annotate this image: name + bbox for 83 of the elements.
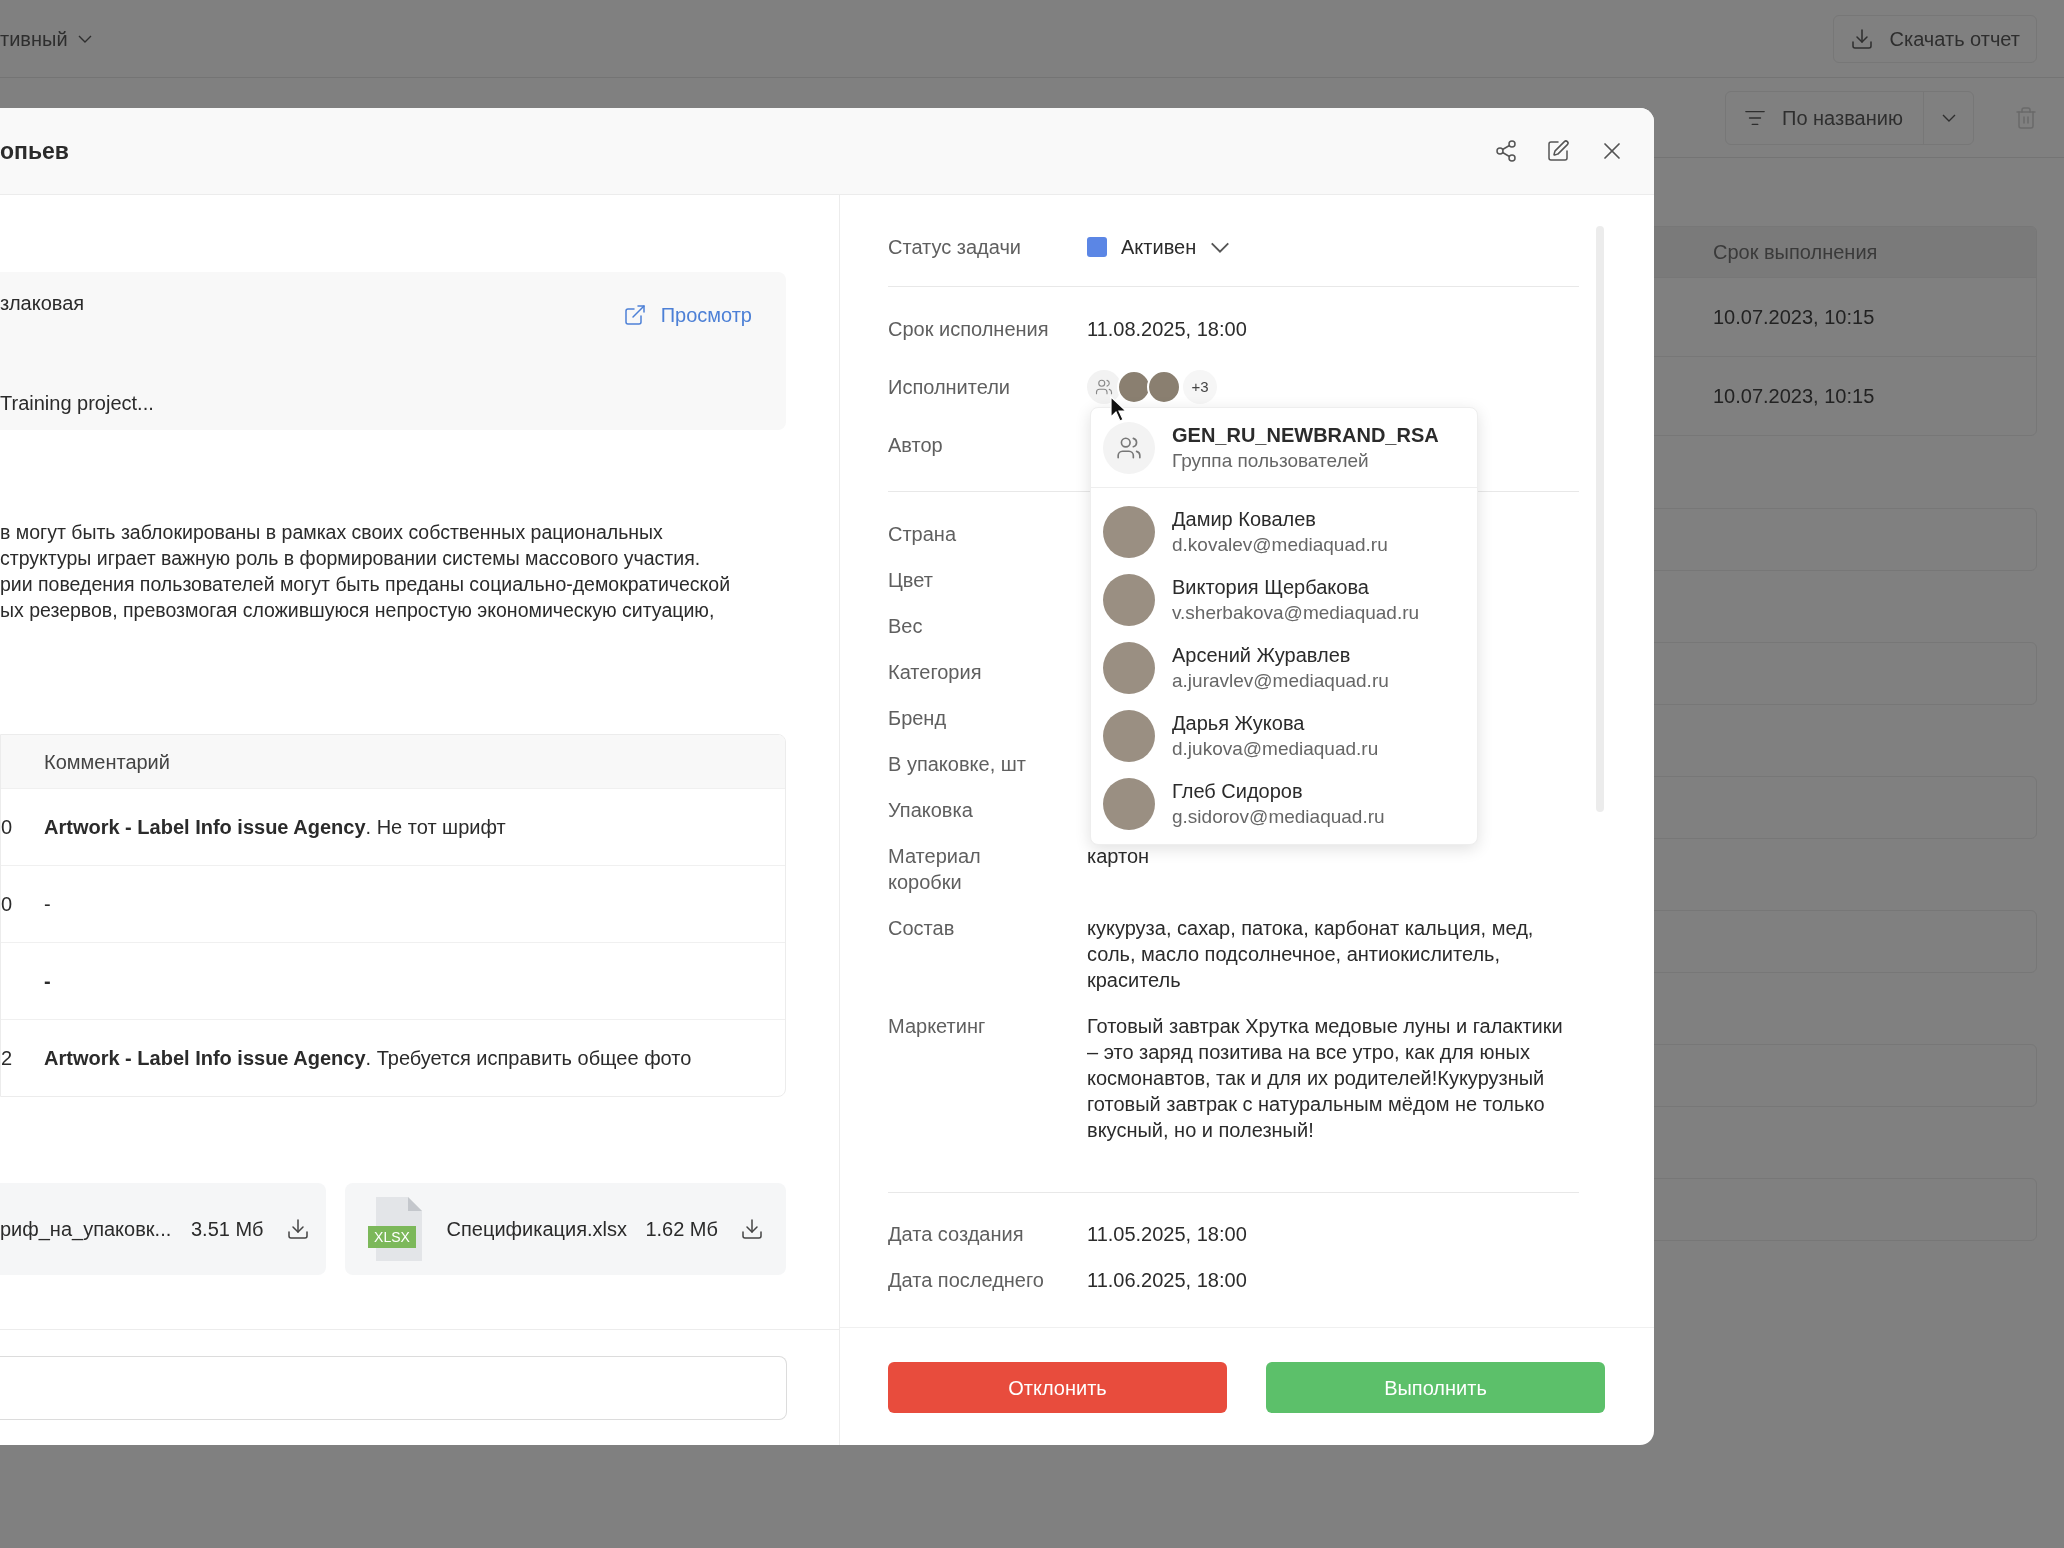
download-icon[interactable] [740, 1217, 764, 1241]
table-cell-text: Artwork - Label Info issue Agency. Не тот шрифт [44, 815, 506, 840]
table-cell: 0 [1, 893, 13, 915]
assignee-email: v.sherbakova@mediaquad.ru [1172, 601, 1420, 625]
table-cell: 0 [1, 816, 13, 838]
field-label: Срок исполнения [888, 317, 1050, 342]
file-size: 1.62 Мб [645, 1217, 718, 1242]
column-header: Срок выполнения [1713, 240, 1878, 265]
field-value: кукуруза, сахар, патока, карбонат кальция, мед, соль, масло подсолнечное, антиокислитель, краситель [1087, 916, 1535, 993]
avatar-placeholder [1103, 778, 1155, 830]
chevron-down-icon [77, 34, 92, 43]
download-icon [1849, 26, 1874, 51]
chevron-down-icon [1210, 241, 1231, 253]
field-label: Цвет [888, 568, 934, 593]
status-dropdown[interactable]: Активен [1087, 232, 1231, 262]
avatar-placeholder [1103, 574, 1155, 626]
reject-button[interactable]: Отклонить [888, 1362, 1227, 1413]
edit-icon[interactable] [1546, 139, 1570, 163]
external-link-icon [622, 303, 647, 327]
attachment-card[interactable]: XLSX Спецификация.xlsx 1.62 Мб [344, 1183, 786, 1275]
field-label: Вес [888, 614, 924, 639]
assignee-name: Арсений Журавлев [1172, 643, 1352, 668]
avatar-placeholder[interactable] [1117, 370, 1151, 404]
assignee-email: g.sidorov@mediaquad.ru [1172, 805, 1385, 829]
table-cell-text: - [44, 892, 51, 917]
table-cell: 2 [1, 1047, 13, 1069]
table-cell-text: 10.07.2023, 10:15 [1713, 384, 1875, 409]
field-value: Готовый завтрак Хрутка медовые луны и галактики – это заряд позитива на все утро, как для юных космонавтов, так и для их родителей!Кукурузный готовый завтрак с натуральным мёдом не только вкусный, но и полезный! [1087, 1014, 1564, 1143]
chevron-down-icon [1941, 113, 1956, 122]
group-subtitle: Группа пользователей [1172, 448, 1370, 473]
avatar-placeholder [1103, 506, 1155, 558]
avatar-placeholder [1103, 642, 1155, 694]
assignee-item[interactable]: Глеб Сидоров g.sidorov@mediaquad.ru [1091, 770, 1477, 838]
description-text: в могут быть заблокированы в рамках своих собственных рациональных структуры играет важную роль в формировании системы массового участия. рии поведения пользователей могут быть преданы социально-демократической ых резервов, превозмогая сложившуюся непростую экономическую ситуацию, [0, 520, 732, 623]
share-icon[interactable] [1494, 139, 1518, 163]
field-label: Состав [888, 916, 956, 941]
assignee-email: a.juravlev@mediaquad.ru [1172, 669, 1389, 693]
field-label: Упаковка [888, 798, 974, 823]
user-group-icon [1116, 434, 1142, 461]
field-label: Маркетинг [888, 1014, 987, 1039]
user-group-avatar[interactable] [1087, 370, 1121, 404]
modal-title: опьев [0, 136, 69, 166]
preview-text: Training project... [0, 391, 154, 416]
table-cell-text: 10.07.2023, 10:15 [1713, 305, 1875, 330]
field-label: Материал коробки [888, 844, 982, 895]
field-label: Страна [888, 522, 958, 547]
assignee-email: d.kovalev@mediaquad.ru [1172, 533, 1388, 557]
field-label: Категория [888, 660, 983, 685]
field-label: В упаковке, шт [888, 752, 1027, 777]
column-header: Комментарий [44, 749, 170, 775]
attachment-card[interactable]: риф_на_упаковк... 3.51 Мб [0, 1183, 326, 1275]
field-label: Статус задачи [888, 235, 1023, 260]
file-size: 3.51 Мб [190, 1217, 264, 1242]
table-cell-text: - [44, 969, 51, 994]
file-name: Спецификация.xlsx [446, 1217, 627, 1242]
assignee-name: Виктория Щербакова [1172, 575, 1370, 600]
preview-link[interactable]: Просмотр [622, 300, 752, 330]
user-group-item[interactable]: GEN_RU_NEWBRAND_RSA Группа пользователей [1091, 408, 1477, 488]
field-value: картон [1087, 844, 1151, 869]
assignee-item[interactable]: Виктория Щербакова v.sherbakova@mediaquad.ru [1091, 566, 1477, 634]
field-label: Бренд [888, 706, 948, 731]
preview-text: злаковая [0, 291, 86, 316]
field-label: Дата последнего [888, 1268, 1045, 1293]
assignee-name: Дарья Жукова [1172, 711, 1306, 736]
field-label: Дата создания [888, 1222, 1025, 1247]
field-label: Исполнители [888, 375, 1011, 400]
file-name: риф_на_упаковк... [0, 1217, 172, 1243]
field-value: 11.08.2025, 18:00 [1087, 317, 1248, 342]
download-icon[interactable] [285, 1217, 310, 1241]
field-label: Автор [888, 433, 944, 458]
avatar-placeholder [1103, 710, 1155, 762]
group-name: GEN_RU_NEWBRAND_RSA [1172, 422, 1439, 448]
assignee-item[interactable]: Арсений Журавлев a.juravlev@mediaquad.ru [1091, 634, 1477, 702]
table-cell-text: Artwork - Label Info issue Agency. Требуется исправить общее фото [44, 1046, 692, 1071]
field-value: 11.06.2025, 18:00 [1087, 1268, 1248, 1293]
assignee-item[interactable]: Дарья Жукова d.jukova@mediaquad.ru [1091, 702, 1477, 770]
more-assignees-count[interactable]: +3 [1183, 370, 1217, 404]
comment-input-field[interactable] [0, 1356, 787, 1420]
field-value: 11.05.2025, 18:00 [1087, 1222, 1248, 1247]
assignee-name: Глеб Сидоров [1172, 779, 1304, 804]
assignee-name: Дамир Ковалев [1172, 507, 1317, 532]
assignee-item[interactable]: Дамир Ковалев d.kovalev@mediaquad.ru [1091, 498, 1477, 566]
assignee-email: d.jukova@mediaquad.ru [1172, 737, 1379, 761]
